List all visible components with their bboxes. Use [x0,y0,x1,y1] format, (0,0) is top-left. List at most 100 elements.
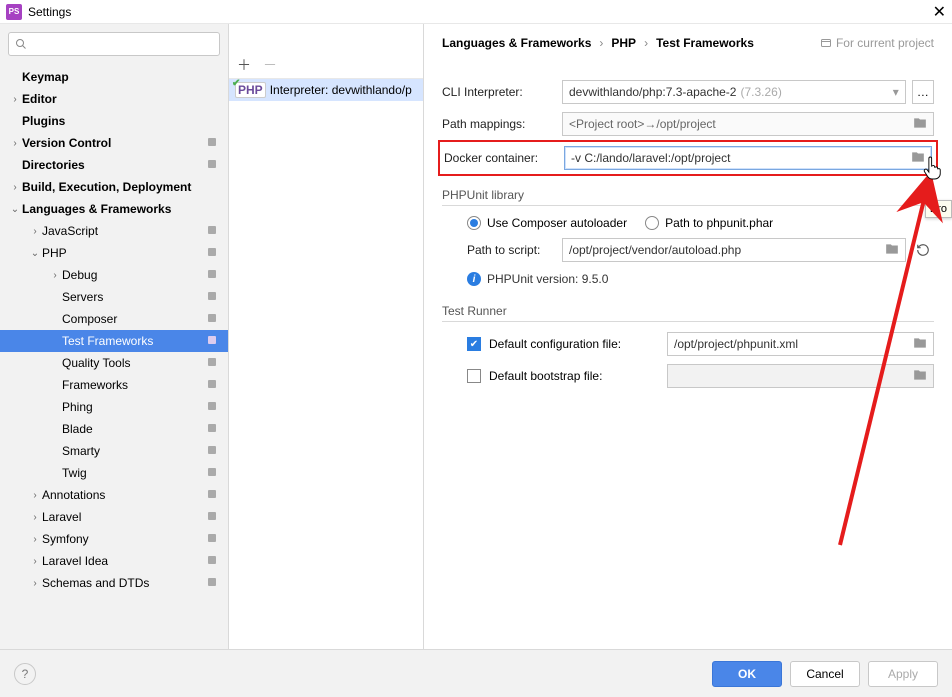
phpunit-version-label: PHPUnit version: 9.5.0 [487,272,608,286]
sidebar-item-plugins[interactable]: Plugins [0,110,228,132]
settings-panel: Languages & Frameworks › PHP › Test Fram… [424,24,952,649]
interpreters-list[interactable]: ✔ PHP Interpreter: devwithlando/p [229,79,423,649]
sidebar-item-frameworks[interactable]: Frameworks [0,374,228,396]
chevron-down-icon[interactable]: ▾ [893,85,899,99]
path-to-script-field[interactable]: /opt/project/vendor/autoload.php [562,238,906,262]
sidebar-item-twig[interactable]: Twig [0,462,228,484]
settings-tree[interactable]: Keymap›EditorPlugins›Version ControlDire… [0,64,228,649]
chevron-icon: › [28,534,42,545]
sidebar-item-label: Symfony [42,532,206,546]
breadcrumb-a[interactable]: Languages & Frameworks [442,36,591,50]
folder-icon[interactable] [913,336,927,353]
docker-container-field[interactable]: -v C:/lando/laravel:/opt/project [564,146,932,170]
project-scope-icon [206,576,220,591]
cancel-button[interactable]: Cancel [790,661,860,687]
php-badge-icon: ✔ PHP [235,82,266,98]
sidebar-item-schemas-and-dtds[interactable]: ›Schemas and DTDs [0,572,228,594]
radio-composer-label: Use Composer autoloader [487,216,627,230]
folder-icon[interactable] [913,116,927,133]
ok-button[interactable]: OK [712,661,782,687]
sidebar-item-label: PHP [42,246,206,260]
sidebar-item-composer[interactable]: Composer [0,308,228,330]
sidebar-item-editor[interactable]: ›Editor [0,88,228,110]
sidebar-item-laravel-idea[interactable]: ›Laravel Idea [0,550,228,572]
sidebar-item-smarty[interactable]: Smarty [0,440,228,462]
radio-composer-autoloader[interactable]: Use Composer autoloader [467,216,627,230]
default-bootstrap-checkbox[interactable] [467,369,481,383]
cli-interpreter-browse-button[interactable]: … [912,80,934,104]
sidebar-item-phing[interactable]: Phing [0,396,228,418]
add-button[interactable]: ＋ [235,56,253,74]
path-mappings-field[interactable]: <Project root>→/opt/project [562,112,934,136]
breadcrumb-b[interactable]: PHP [611,36,636,50]
project-scope-icon [206,554,220,569]
sidebar-item-version-control[interactable]: ›Version Control [0,132,228,154]
sidebar-item-javascript[interactable]: ›JavaScript [0,220,228,242]
default-config-field[interactable]: /opt/project/phpunit.xml [667,332,934,356]
annotation-highlight: Docker container: -v C:/lando/laravel:/o… [438,140,938,176]
for-current-project-label: For current project [836,36,934,50]
sidebar-item-test-frameworks[interactable]: Test Frameworks [0,330,228,352]
sidebar-item-label: Debug [62,268,206,282]
sidebar-item-label: Twig [62,466,206,480]
project-icon [820,37,832,49]
info-icon: i [467,272,481,286]
sidebar-item-label: Quality Tools [62,356,206,370]
sidebar-item-label: Plugins [22,114,220,128]
folder-icon[interactable] [911,150,925,167]
browse-tooltip: Bro [925,200,952,218]
sidebar-item-label: Keymap [22,70,220,84]
php-badge-label: PHP [238,83,263,97]
sidebar-item-servers[interactable]: Servers [0,286,228,308]
help-button[interactable]: ? [14,663,36,685]
sidebar-item-directories[interactable]: Directories [0,154,228,176]
path-to-script-value: /opt/project/vendor/autoload.php [569,243,741,257]
sidebar-item-annotations[interactable]: ›Annotations [0,484,228,506]
apply-button[interactable]: Apply [868,661,938,687]
docker-container-value: -v C:/lando/laravel:/opt/project [571,151,730,165]
sidebar-item-label: Blade [62,422,206,436]
sidebar-item-label: Laravel Idea [42,554,206,568]
sidebar-item-debug[interactable]: ›Debug [0,264,228,286]
cli-interpreter-select[interactable]: devwithlando/php:7.3-apache-2 (7.3.26) ▾ [562,80,906,104]
path-to-script-label: Path to script: [467,243,562,257]
search-input[interactable] [31,37,213,51]
project-scope-icon [206,488,220,503]
titlebar: PS Settings ✕ [0,0,952,24]
app-icon: PS [6,4,22,20]
settings-sidebar: Keymap›EditorPlugins›Version ControlDire… [0,24,229,649]
folder-icon[interactable] [885,242,899,259]
sidebar-item-keymap[interactable]: Keymap [0,66,228,88]
project-scope-icon [206,400,220,415]
project-scope-icon [206,224,220,239]
sidebar-item-laravel[interactable]: ›Laravel [0,506,228,528]
sidebar-item-label: Version Control [22,136,206,150]
chevron-icon: › [8,138,22,149]
reload-button[interactable] [912,238,934,262]
project-scope-icon [206,532,220,547]
close-button[interactable]: ✕ [933,2,946,22]
radio-icon [467,216,481,230]
search-box[interactable] [8,32,220,56]
sidebar-item-label: Smarty [62,444,206,458]
sidebar-item-php[interactable]: ⌄PHP [0,242,228,264]
sidebar-item-build-execution-deployment[interactable]: ›Build, Execution, Deployment [0,176,228,198]
remove-button[interactable]: － [261,56,279,74]
default-config-checkbox[interactable]: ✔ [467,337,481,351]
chevron-icon: › [28,578,42,589]
sidebar-item-label: Annotations [42,488,206,502]
sidebar-item-label: Laravel [42,510,206,524]
interpreter-row[interactable]: ✔ PHP Interpreter: devwithlando/p [229,79,423,101]
sidebar-item-quality-tools[interactable]: Quality Tools [0,352,228,374]
sidebar-item-symfony[interactable]: ›Symfony [0,528,228,550]
sidebar-item-label: Frameworks [62,378,206,392]
sidebar-item-blade[interactable]: Blade [0,418,228,440]
chevron-right-icon: › [599,36,603,50]
dialog-footer: ? OK Cancel Apply [0,649,952,697]
folder-icon [913,368,927,385]
sidebar-item-languages-frameworks[interactable]: ⌄Languages & Frameworks [0,198,228,220]
sidebar-item-label: JavaScript [42,224,206,238]
docker-container-label: Docker container: [444,151,564,165]
project-scope-icon [206,444,220,459]
radio-phpunit-phar[interactable]: Path to phpunit.phar [645,216,773,230]
